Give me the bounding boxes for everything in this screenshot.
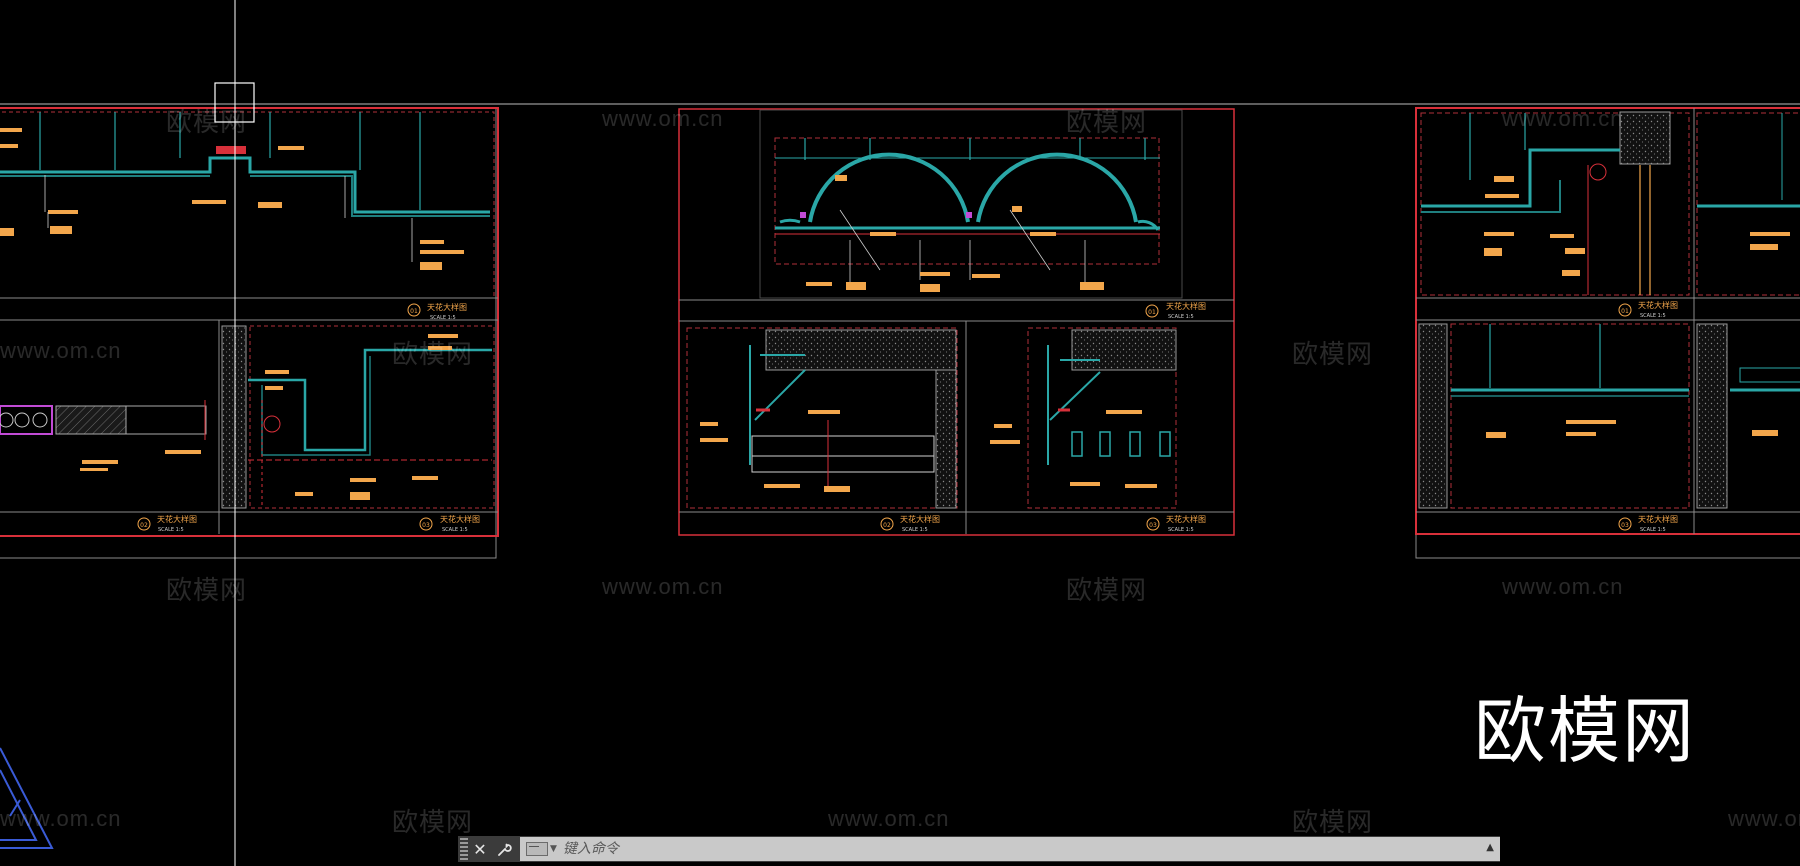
- caret-up-icon[interactable]: ▲: [1486, 842, 1494, 853]
- detail-number: 03: [1621, 522, 1629, 529]
- detail-title: 天花大样图: [440, 514, 480, 524]
- chevron-down-icon[interactable]: ▼: [550, 844, 557, 854]
- grip-handle-icon[interactable]: [460, 838, 468, 860]
- detail-number: 01: [410, 308, 418, 315]
- command-line-bar: ✕ ▼ ▲: [458, 836, 1500, 862]
- detail-scale: SCALE 1:5: [1640, 527, 1666, 533]
- detail-scale: SCALE 1:5: [902, 527, 928, 533]
- sheet-right-red-frame: [1415, 107, 1800, 535]
- detail-title: 天花大样图: [1638, 514, 1678, 524]
- sheet-middle[interactable]: 01 天花大样图 SCALE 1:5 02 天花大样图 SCALE 1:5 03…: [678, 108, 1235, 536]
- sheet-right-title-01: 01 天花大样图 SCALE 1:5: [1618, 300, 1678, 319]
- detail-number: 02: [883, 522, 891, 529]
- command-input-area[interactable]: ▼ ▲: [520, 837, 1500, 861]
- sheet-left-title-02: 02 天花大样图 SCALE 1:5: [137, 514, 197, 533]
- detail-title: 天花大样图: [1166, 301, 1206, 311]
- sheet-right-outer-frame: [1415, 107, 1800, 559]
- detail-number: 01: [1621, 308, 1629, 315]
- detail-title: 天花大样图: [1166, 514, 1206, 524]
- detail-number: 03: [1149, 522, 1157, 529]
- command-input[interactable]: [560, 840, 1385, 858]
- detail-scale: SCALE 1:5: [442, 527, 468, 533]
- detail-scale: SCALE 1:5: [1168, 527, 1194, 533]
- command-prompt-icon[interactable]: [526, 842, 548, 856]
- sheet-left-title-01: 01 天花大样图 SCALE 1:5: [407, 302, 467, 321]
- sheet-right[interactable]: 01 天花大样图 SCALE 1:5 03 天花大样图 SCALE 1:5: [1415, 107, 1800, 559]
- detail-title: 天花大样图: [1638, 300, 1678, 310]
- detail-title: 天花大样图: [157, 514, 197, 524]
- detail-scale: SCALE 1:5: [1640, 313, 1666, 319]
- sheet-left-title-03: 03 天花大样图 SCALE 1:5: [419, 514, 480, 533]
- sheet-middle-title-03: 03 天花大样图 SCALE 1:5: [1146, 514, 1206, 533]
- detail-scale: SCALE 1:5: [430, 315, 456, 321]
- sheet-middle-title-01: 01 天花大样图 SCALE 1:5: [1145, 301, 1206, 320]
- detail-scale: SCALE 1:5: [1168, 314, 1194, 320]
- sheet-middle-title-02: 02 天花大样图 SCALE 1:5: [880, 514, 940, 533]
- detail-title: 天花大样图: [900, 514, 940, 524]
- crosshair-cursor: [214, 0, 255, 866]
- close-icon[interactable]: ✕: [468, 837, 492, 861]
- detail-number: 01: [1148, 309, 1156, 316]
- sheet-right-title-03: 03 天花大样图 SCALE 1:5: [1618, 514, 1678, 533]
- detail-scale: SCALE 1:5: [158, 527, 184, 533]
- wrench-icon[interactable]: [492, 837, 516, 861]
- detail-number: 02: [140, 522, 148, 529]
- ucs-icon: [0, 747, 54, 849]
- detail-title: 天花大样图: [427, 302, 467, 312]
- sheet-left[interactable]: 01 天花大样图 SCALE 1:5 02 天花大样图 SCALE 1:5 03…: [0, 107, 499, 559]
- brand-logo: 欧模网: [1474, 689, 1697, 773]
- detail-number: 03: [422, 522, 430, 529]
